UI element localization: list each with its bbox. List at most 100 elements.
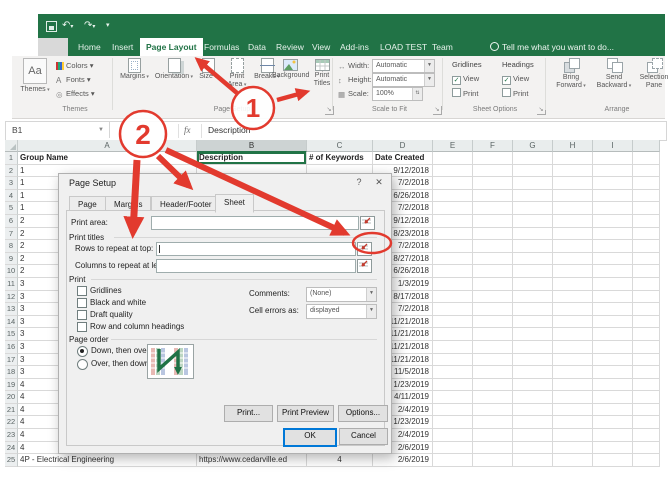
row-header-6[interactable]: 6: [5, 215, 18, 228]
cell[interactable]: [553, 278, 593, 291]
cell[interactable]: [553, 354, 593, 367]
cell[interactable]: [633, 416, 660, 429]
themes-button[interactable]: Aa Themes: [18, 58, 52, 94]
cell[interactable]: [553, 454, 593, 467]
scale-spinner[interactable]: 100%⇅: [372, 87, 423, 101]
cell[interactable]: [473, 303, 513, 316]
cell[interactable]: [593, 442, 633, 455]
headings-print-checkbox[interactable]: Print: [502, 88, 528, 98]
cell[interactable]: [633, 404, 660, 417]
cell[interactable]: [513, 291, 553, 304]
cell[interactable]: [553, 202, 593, 215]
dialog-tab-sheet[interactable]: Sheet: [215, 194, 254, 213]
column-header-D[interactable]: D: [373, 140, 433, 152]
ok-button[interactable]: OK: [283, 428, 337, 447]
cell[interactable]: [633, 177, 660, 190]
cell[interactable]: [433, 177, 473, 190]
formula-input[interactable]: Description: [208, 122, 251, 138]
cancel-button[interactable]: Cancel: [339, 428, 388, 445]
cell[interactable]: [593, 177, 633, 190]
cell[interactable]: [633, 190, 660, 203]
cell[interactable]: [513, 379, 553, 392]
cell[interactable]: [633, 253, 660, 266]
tab-add-ins[interactable]: Add-ins: [334, 38, 375, 56]
cell[interactable]: [433, 379, 473, 392]
cell[interactable]: [473, 328, 513, 341]
cell[interactable]: [633, 240, 660, 253]
tab-home[interactable]: Home: [72, 38, 107, 56]
cell[interactable]: [513, 215, 553, 228]
cell[interactable]: [553, 316, 593, 329]
cell[interactable]: [593, 215, 633, 228]
cell[interactable]: [513, 253, 553, 266]
select-all-corner[interactable]: [5, 140, 18, 152]
cell[interactable]: [513, 316, 553, 329]
print-area-collapse-button[interactable]: [360, 216, 375, 230]
cell[interactable]: [433, 354, 473, 367]
cell[interactable]: [553, 303, 593, 316]
cell[interactable]: [433, 391, 473, 404]
theme-colors-button[interactable]: Colors ▾: [56, 61, 94, 70]
cell[interactable]: [473, 454, 513, 467]
help-icon[interactable]: ?: [351, 177, 367, 187]
cell[interactable]: [513, 278, 553, 291]
cell[interactable]: Group Name: [18, 152, 197, 165]
cell[interactable]: [513, 429, 553, 442]
cell[interactable]: [433, 152, 473, 165]
cell[interactable]: [553, 253, 593, 266]
cell[interactable]: [433, 366, 473, 379]
cell[interactable]: [433, 341, 473, 354]
cell[interactable]: [433, 228, 473, 241]
width-select[interactable]: Automatic▼: [372, 59, 435, 73]
cell[interactable]: [553, 265, 593, 278]
row-header-9[interactable]: 9: [5, 253, 18, 266]
redo-icon[interactable]: ↷▾: [84, 19, 95, 34]
gridlines-view-checkbox[interactable]: ✓View: [452, 74, 479, 85]
cell[interactable]: [593, 152, 633, 165]
cell[interactable]: [473, 278, 513, 291]
selection-pane-button[interactable]: Selection Pane: [636, 58, 672, 90]
black-and-white-checkbox[interactable]: [77, 298, 87, 308]
cell[interactable]: [633, 265, 660, 278]
cell[interactable]: [513, 454, 553, 467]
cell[interactable]: [433, 454, 473, 467]
cell[interactable]: [433, 202, 473, 215]
cols-repeat-input[interactable]: [156, 259, 356, 273]
tab-team[interactable]: Team: [426, 38, 459, 56]
tab-formulas[interactable]: Formulas: [198, 38, 245, 56]
cell[interactable]: [593, 303, 633, 316]
draft-quality-checkbox[interactable]: [77, 310, 87, 320]
row-header-15[interactable]: 15: [5, 328, 18, 341]
cell[interactable]: [513, 442, 553, 455]
cell[interactable]: [473, 442, 513, 455]
cell[interactable]: [553, 177, 593, 190]
selected-cell-b1[interactable]: Description: [197, 152, 307, 165]
cell[interactable]: [433, 442, 473, 455]
cell[interactable]: [553, 291, 593, 304]
cell[interactable]: [633, 454, 660, 467]
theme-fonts-button[interactable]: AFonts ▾: [56, 75, 91, 84]
cell[interactable]: [633, 366, 660, 379]
cell[interactable]: [593, 354, 633, 367]
cell[interactable]: [593, 190, 633, 203]
cell[interactable]: [433, 265, 473, 278]
cell[interactable]: [433, 253, 473, 266]
cell[interactable]: [473, 316, 513, 329]
over-then-down-radio[interactable]: [77, 359, 88, 370]
cell[interactable]: [593, 341, 633, 354]
cell[interactable]: [473, 354, 513, 367]
cell[interactable]: [473, 341, 513, 354]
cell[interactable]: [633, 202, 660, 215]
row-header-7[interactable]: 7: [5, 228, 18, 241]
cell[interactable]: [513, 190, 553, 203]
cell[interactable]: [553, 240, 593, 253]
cell[interactable]: [473, 253, 513, 266]
cell[interactable]: [513, 240, 553, 253]
options-button[interactable]: Options...: [338, 405, 388, 422]
cell[interactable]: [633, 291, 660, 304]
cell[interactable]: [633, 391, 660, 404]
cell[interactable]: [473, 416, 513, 429]
row-header-17[interactable]: 17: [5, 354, 18, 367]
cell[interactable]: [593, 429, 633, 442]
orientation-button[interactable]: Orientation: [154, 58, 194, 81]
